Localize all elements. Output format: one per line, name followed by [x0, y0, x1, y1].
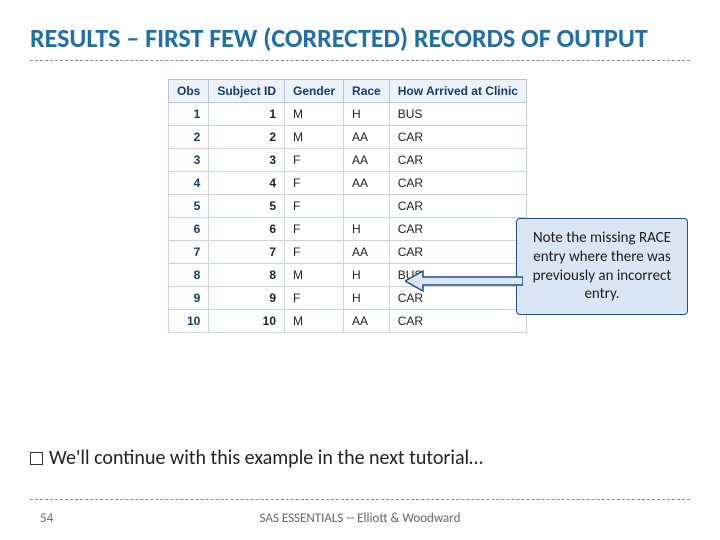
cell-race: H — [344, 102, 390, 125]
table-row: 55FCAR — [169, 194, 527, 217]
cell-subject: 3 — [209, 148, 285, 171]
cell-race: AA — [344, 148, 390, 171]
table-header-row: Obs Subject ID Gender Race How Arrived a… — [169, 79, 527, 102]
cell-subject: 7 — [209, 240, 285, 263]
cell-arrived: CAR — [389, 125, 526, 148]
table-row: 33FAACAR — [169, 148, 527, 171]
cell-obs: 7 — [169, 240, 209, 263]
table-row: 44FAACAR — [169, 171, 527, 194]
cell-arrived: BUS — [389, 102, 526, 125]
callout-pointer-icon — [405, 267, 523, 303]
cell-gender: F — [285, 148, 344, 171]
annotation-callout: Note the missing RACE entry where there … — [516, 218, 688, 315]
cell-gender: M — [285, 102, 344, 125]
table-row: 22MAACAR — [169, 125, 527, 148]
table-row: 1010MAACAR — [169, 309, 527, 332]
callout-text: Note the missing RACE entry where there … — [533, 229, 672, 303]
cell-race: AA — [344, 240, 390, 263]
cell-obs: 3 — [169, 148, 209, 171]
cell-race: H — [344, 217, 390, 240]
cell-obs: 5 — [169, 194, 209, 217]
cell-gender: M — [285, 125, 344, 148]
cell-obs: 1 — [169, 102, 209, 125]
cell-race: H — [344, 286, 390, 309]
cell-subject: 4 — [209, 171, 285, 194]
col-obs: Obs — [169, 79, 209, 102]
col-arrived: How Arrived at Clinic — [389, 79, 526, 102]
cell-arrived: CAR — [389, 148, 526, 171]
continuation-bullet: We'll continue with this example in the … — [30, 446, 690, 470]
cell-gender: M — [285, 263, 344, 286]
cell-race: AA — [344, 171, 390, 194]
cell-arrived: CAR — [389, 217, 526, 240]
col-subject: Subject ID — [209, 79, 285, 102]
cell-subject: 6 — [209, 217, 285, 240]
cell-gender: F — [285, 240, 344, 263]
cell-gender: F — [285, 286, 344, 309]
cell-race: AA — [344, 309, 390, 332]
slide-title: RESULTS – FIRST FEW (CORRECTED) RECORDS … — [30, 24, 690, 54]
cell-race: AA — [344, 125, 390, 148]
cell-arrived: CAR — [389, 194, 526, 217]
cell-race: H — [344, 263, 390, 286]
cell-obs: 10 — [169, 309, 209, 332]
cell-gender: F — [285, 171, 344, 194]
cell-subject: 5 — [209, 194, 285, 217]
cell-obs: 8 — [169, 263, 209, 286]
col-gender: Gender — [285, 79, 344, 102]
cell-arrived: CAR — [389, 309, 526, 332]
cell-obs: 4 — [169, 171, 209, 194]
table-row: 66FHCAR — [169, 217, 527, 240]
cell-subject: 2 — [209, 125, 285, 148]
table-row: 77FAACAR — [169, 240, 527, 263]
cell-gender: F — [285, 217, 344, 240]
table-row: 11MHBUS — [169, 102, 527, 125]
cell-obs: 9 — [169, 286, 209, 309]
cell-subject: 8 — [209, 263, 285, 286]
cell-gender: M — [285, 309, 344, 332]
col-race: Race — [344, 79, 390, 102]
bullet-box-icon — [30, 452, 43, 465]
cell-subject: 10 — [209, 309, 285, 332]
cell-obs: 2 — [169, 125, 209, 148]
footer-credit: SAS ESSENTIALS -- Elliott & Woodward — [0, 511, 720, 526]
footer-divider — [30, 499, 690, 500]
cell-race — [344, 194, 390, 217]
title-divider — [30, 60, 690, 61]
cell-arrived: CAR — [389, 240, 526, 263]
cell-arrived: CAR — [389, 171, 526, 194]
continuation-text: We'll continue with this example in the … — [49, 446, 483, 470]
cell-subject: 9 — [209, 286, 285, 309]
cell-gender: F — [285, 194, 344, 217]
cell-subject: 1 — [209, 102, 285, 125]
cell-obs: 6 — [169, 217, 209, 240]
